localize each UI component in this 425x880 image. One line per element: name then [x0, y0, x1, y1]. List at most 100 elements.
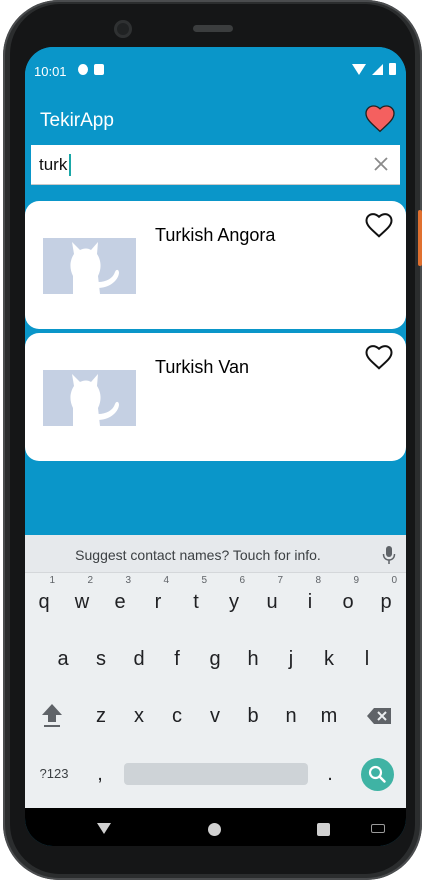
app-title: TekirApp	[40, 110, 114, 131]
shift-key[interactable]	[33, 695, 71, 737]
key-q[interactable]: 1q	[25, 575, 63, 623]
key-y[interactable]: 6y	[215, 575, 253, 623]
key-hint: 2	[87, 575, 93, 586]
search-input[interactable]	[39, 151, 359, 179]
soft-keyboard: Suggest contact names? Touch for info. 1…	[25, 535, 406, 808]
key-m[interactable]: m	[310, 695, 348, 737]
key-r[interactable]: 4r	[139, 575, 177, 623]
suggestion-strip: Suggest contact names? Touch for info.	[25, 535, 406, 573]
key-h[interactable]: h	[234, 638, 272, 680]
symbols-key[interactable]: ?123	[33, 753, 75, 795]
key-c[interactable]: c	[158, 695, 196, 737]
key-label: ,	[97, 763, 103, 785]
key-s[interactable]: s	[82, 638, 120, 680]
navigation-bar	[25, 808, 406, 846]
key-f[interactable]: f	[158, 638, 196, 680]
key-hint: 0	[391, 575, 397, 586]
suggestion-text[interactable]: Suggest contact names? Touch for info.	[25, 547, 371, 563]
key-u[interactable]: 7u	[253, 575, 291, 623]
key-label: p	[380, 591, 392, 613]
breed-name: Turkish Angora	[155, 225, 276, 245]
key-i[interactable]: 8i	[291, 575, 329, 623]
app-bar: TekirApp	[25, 93, 406, 145]
comma-key[interactable]: ,	[81, 753, 119, 795]
key-hint: 9	[353, 575, 359, 586]
favorites-heart-icon[interactable]	[364, 103, 396, 133]
key-label: i	[307, 591, 313, 613]
list-item[interactable]: Turkish Angora	[25, 201, 406, 329]
key-hint: 7	[277, 575, 283, 586]
key-label: b	[247, 705, 259, 727]
key-w[interactable]: 2w	[63, 575, 101, 623]
key-a[interactable]: a	[44, 638, 82, 680]
spacebar[interactable]	[124, 763, 308, 785]
key-label: c	[172, 705, 182, 727]
phone-frame: 10:01 TekirApp turk Turkish Angora Turki…	[3, 0, 422, 880]
key-hint: 6	[239, 575, 245, 586]
key-label: o	[342, 591, 354, 613]
key-label: j	[288, 648, 294, 670]
key-label: l	[364, 648, 370, 670]
search-enter-button[interactable]	[361, 758, 394, 791]
breed-name: Turkish Van	[155, 357, 250, 377]
back-triangle-icon[interactable]	[97, 823, 111, 834]
key-d[interactable]: d	[120, 638, 158, 680]
wifi-icon	[352, 64, 366, 75]
key-label: w	[74, 591, 90, 613]
shift-icon	[42, 704, 62, 727]
cat-silhouette-icon	[70, 374, 119, 426]
favorite-heart-outline-icon[interactable]	[364, 343, 394, 371]
key-t[interactable]: 5t	[177, 575, 215, 623]
clear-search-close-icon[interactable]	[372, 155, 390, 173]
key-label: h	[247, 648, 259, 670]
key-label: s	[96, 648, 106, 670]
notification-app-icon	[78, 64, 88, 75]
key-k[interactable]: k	[310, 638, 348, 680]
key-g[interactable]: g	[196, 638, 234, 680]
key-label: v	[210, 705, 220, 727]
home-circle-icon[interactable]	[208, 823, 221, 836]
key-j[interactable]: j	[272, 638, 310, 680]
key-label: a	[57, 648, 69, 670]
key-label: e	[114, 591, 126, 613]
key-label: u	[266, 591, 278, 613]
key-label: f	[174, 648, 180, 670]
earpiece-speaker	[193, 25, 233, 32]
key-z[interactable]: z	[82, 695, 120, 737]
key-n[interactable]: n	[272, 695, 310, 737]
key-label: n	[285, 705, 297, 727]
delete-key[interactable]	[360, 695, 398, 737]
key-e[interactable]: 3e	[101, 575, 139, 623]
key-p[interactable]: 0p	[367, 575, 405, 623]
period-key[interactable]: .	[311, 753, 349, 795]
key-l[interactable]: l	[348, 638, 386, 680]
key-label: m	[320, 705, 338, 727]
mic-icon[interactable]	[382, 545, 396, 565]
key-hint: 5	[201, 575, 207, 586]
sd-card-icon	[94, 64, 104, 75]
status-time: 10:01	[34, 64, 67, 79]
key-b[interactable]: b	[234, 695, 272, 737]
search-bar	[31, 145, 400, 185]
screen: 10:01 TekirApp turk Turkish Angora Turki…	[25, 47, 406, 846]
key-v[interactable]: v	[196, 695, 234, 737]
key-hint: 4	[163, 575, 169, 586]
key-o[interactable]: 9o	[329, 575, 367, 623]
signal-icon	[372, 64, 383, 75]
recents-square-icon[interactable]	[317, 823, 330, 836]
favorite-heart-outline-icon[interactable]	[364, 211, 394, 239]
list-item[interactable]: Turkish Van	[25, 333, 406, 461]
key-label: ?123	[39, 766, 69, 781]
keyboard-switch-icon[interactable]	[371, 824, 385, 833]
battery-icon	[389, 63, 396, 75]
cat-silhouette-icon	[70, 242, 119, 294]
cat-placeholder-image	[43, 238, 136, 294]
cat-placeholder-image	[43, 370, 136, 426]
key-label: .	[327, 763, 333, 785]
key-label: q	[38, 591, 50, 613]
status-bar: 10:01	[25, 47, 406, 93]
text-cursor	[69, 154, 71, 176]
key-x[interactable]: x	[120, 695, 158, 737]
key-hint: 1	[49, 575, 55, 586]
backspace-icon	[367, 708, 391, 724]
